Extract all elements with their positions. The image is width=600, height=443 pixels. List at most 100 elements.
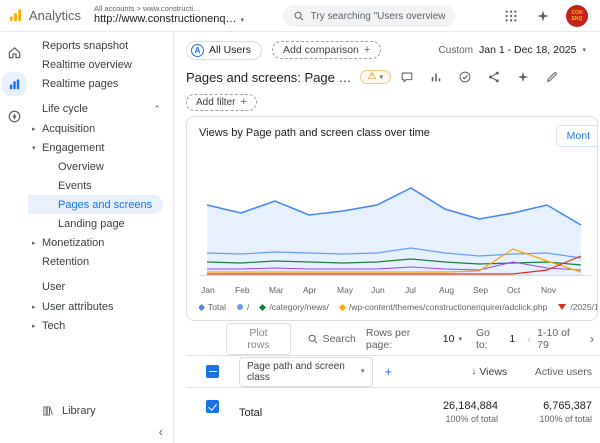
total-row-label: Total <box>239 407 262 419</box>
legend-item[interactable]: /category/news/ <box>260 302 329 312</box>
reports-icon <box>7 77 22 92</box>
date-range-type: Custom <box>439 45 473 56</box>
edit-icon[interactable] <box>544 69 560 85</box>
home-icon <box>7 45 22 60</box>
account-avatar[interactable]: Con Enq <box>566 5 588 27</box>
share-icon[interactable] <box>486 69 502 85</box>
add-dimension-icon[interactable]: + <box>385 365 393 378</box>
nav-realtime-pages[interactable]: Realtime pages <box>28 74 173 93</box>
caret-down-icon: ▾ <box>379 74 383 81</box>
plot-rows-button[interactable]: Plot rows <box>226 323 291 355</box>
row-checkbox[interactable] <box>206 400 219 413</box>
search-bar[interactable]: Try searching "Users overview" <box>283 5 455 27</box>
caret-down-icon: ▾ <box>458 336 462 343</box>
total-views-cell: 26,184,884 100% of total <box>380 400 498 424</box>
nav-realtime-overview[interactable]: Realtime overview <box>28 55 173 74</box>
nav-label: User attributes <box>42 301 114 313</box>
search-icon <box>307 333 319 345</box>
search-placeholder: Try searching "Users overview" <box>311 11 445 22</box>
sort-desc-icon: ↓ <box>471 366 476 377</box>
nav-retention[interactable]: Retention <box>28 252 173 271</box>
dimension-label: Page path and screen class <box>247 361 356 383</box>
chart-x-axis: JanFebMarAprMayJunJulAugSepOctNov <box>199 284 591 296</box>
interval-selector-button[interactable]: Mont <box>556 125 598 147</box>
nav-reports-snapshot[interactable]: Reports snapshot <box>28 36 173 55</box>
table-header-row: Page path and screen class ▾ + ↓ Views A… <box>186 355 600 387</box>
pagination: ‹ 1-10 of 79 › <box>527 327 594 351</box>
caret-down-icon: ▾ <box>361 368 365 375</box>
add-filter-button[interactable]: Add filter + <box>186 94 257 111</box>
total-active-users-share: 100% of total <box>508 414 592 424</box>
prev-page-icon[interactable]: ‹ <box>527 333 531 345</box>
chart-title: Views by Page path and screen class over… <box>199 127 597 139</box>
nav-label: Landing page <box>58 218 125 230</box>
select-all-checkbox[interactable] <box>206 365 219 378</box>
axis-tick-label: Oct <box>507 285 520 295</box>
annotation-icon[interactable] <box>399 69 415 85</box>
nav-engagement-overview[interactable]: Overview <box>28 157 173 176</box>
nav-label: Retention <box>42 256 89 268</box>
nav-acquisition[interactable]: ▸Acquisition <box>28 119 173 138</box>
nav-label: Realtime overview <box>42 59 132 71</box>
audience-badge-icon: A <box>191 44 204 57</box>
all-users-chip[interactable]: A All Users <box>186 41 262 60</box>
add-comparison-button[interactable]: Add comparison + <box>272 41 381 59</box>
legend-item[interactable]: Total <box>199 302 226 312</box>
report-action-icons <box>399 69 560 85</box>
data-quality-icon[interactable] <box>457 69 473 85</box>
nav-label: Pages and screens <box>58 199 152 211</box>
total-active-users-value: 6,765,387 <box>508 400 592 412</box>
rows-per-page-value: 10 <box>443 333 455 345</box>
top-bar-actions: Con Enq <box>502 5 588 27</box>
nav-library[interactable]: Library <box>28 405 96 417</box>
axis-tick-label: May <box>337 285 353 295</box>
legend-label: Total <box>208 302 226 312</box>
collapse-section-icon[interactable]: ⌃ <box>153 104 161 115</box>
section-label: Life cycle <box>42 103 88 115</box>
dimension-selector[interactable]: Page path and screen class ▾ <box>239 357 373 387</box>
account-switcher[interactable]: All accounts > www.constructi… http://ww… <box>94 4 244 26</box>
rail-explore-button[interactable] <box>2 104 26 128</box>
rail-home-button[interactable] <box>2 40 26 64</box>
warning-icon: ⚠ <box>368 72 377 82</box>
go-to-page[interactable]: Go to: 1 <box>476 327 515 351</box>
nav-engagement[interactable]: ▾Engagement <box>28 138 173 157</box>
report-nav-drawer: Reports snapshot Realtime overview Realt… <box>28 32 174 443</box>
legend-item[interactable]: / <box>237 302 249 312</box>
legend-item[interactable]: /wp-content/themes/constructionenquirer/… <box>340 302 547 312</box>
assistant-sparkle-icon[interactable] <box>534 7 552 25</box>
page-title: Pages and screens: Page path and screen … <box>186 70 352 85</box>
insights-icon[interactable] <box>515 69 531 85</box>
nav-tech[interactable]: ▸Tech <box>28 316 173 335</box>
rail-reports-button[interactable] <box>2 72 26 96</box>
nav-landing-page[interactable]: Landing page <box>28 214 173 233</box>
chevron-right-icon: ▸ <box>32 303 36 311</box>
nav-events[interactable]: Events <box>28 176 173 195</box>
nav-pages-and-screens[interactable]: Pages and screens <box>28 195 163 214</box>
search-label: Search <box>323 333 356 345</box>
apps-grid-icon[interactable] <box>502 7 520 25</box>
chart-area: JanFebMarAprMayJunJulAugSepOctNov Total/… <box>199 153 591 312</box>
nav-user-attributes[interactable]: ▸ User attributes <box>28 297 173 316</box>
table-search[interactable]: Search <box>307 333 356 345</box>
library-icon <box>42 405 54 417</box>
rows-per-page-label: Rows per page: <box>366 327 439 351</box>
legend-marker-icon <box>237 304 243 310</box>
nav-monetization[interactable]: ▸Monetization <box>28 233 173 252</box>
views-column-header[interactable]: ↓ Views <box>402 366 507 378</box>
collapse-drawer-icon[interactable]: ‹ <box>159 424 163 439</box>
nav-label: Tech <box>42 320 65 332</box>
next-page-icon[interactable]: › <box>590 333 594 345</box>
data-quality-warning-chip[interactable]: ⚠ ▾ <box>360 70 391 84</box>
rows-per-page-selector[interactable]: Rows per page: 10 ▾ <box>366 327 462 351</box>
analytics-logo[interactable]: Analytics <box>8 8 94 23</box>
legend-marker-icon <box>558 304 566 310</box>
active-users-column-header[interactable]: Active users <box>517 366 600 378</box>
date-range-picker[interactable]: Custom Jan 1 - Dec 18, 2025 ▾ <box>439 44 586 56</box>
chart-legend: Total / /category/news/ /wp-content/themes/… <box>199 302 597 312</box>
add-comparison-label: Add comparison <box>283 44 359 56</box>
axis-tick-label: Sep <box>473 285 488 295</box>
bar-chart-icon[interactable] <box>428 69 444 85</box>
section-life-cycle: Life cycle ⌃ <box>28 99 173 119</box>
legend-item[interactable]: /2025/11/26/national-timber-group-colla… <box>558 302 597 312</box>
